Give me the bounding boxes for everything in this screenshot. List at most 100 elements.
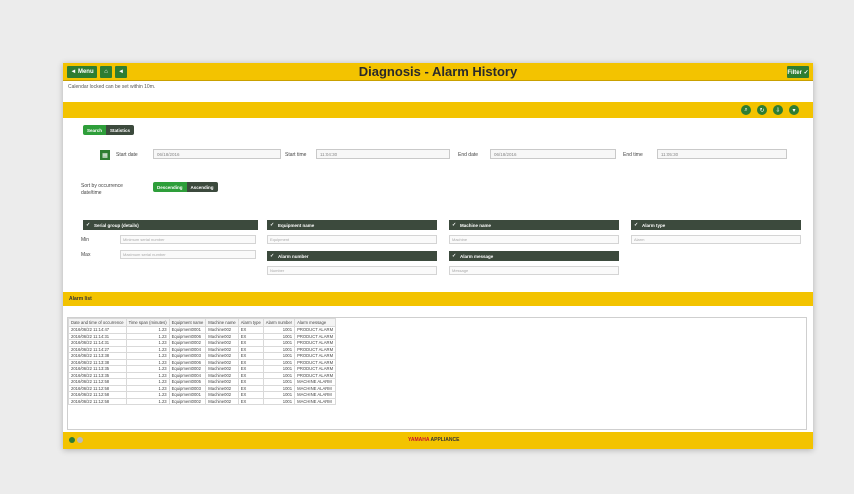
checkmark-icon: ✓: [270, 252, 275, 259]
table-cell: MACHINE ALARM: [294, 384, 337, 392]
brand-suffix: APPLIANCE: [430, 437, 460, 443]
table-cell: PRODUCT ALARM: [294, 371, 337, 379]
table-cell: PRODUCT ALARM: [294, 365, 337, 373]
table-cell: 1001: [262, 397, 296, 405]
calendar-notice: Calendar locked can be set within 10m.: [68, 84, 156, 90]
filter-equipment-header[interactable]: ✓ Equipment name: [267, 220, 437, 230]
column-header[interactable]: Alarm message: [294, 318, 337, 327]
filter-serial-label: Serial group (details): [94, 222, 139, 228]
title-bar: ◄ Menu ⌂ ◄ Diagnosis - Alarm History Fil…: [63, 63, 813, 81]
dropdown-icon[interactable]: ▾: [789, 105, 799, 115]
view-tabs: Search Statistics: [83, 125, 135, 135]
calendar-icon[interactable]: ▦: [100, 150, 110, 160]
alarm-list-table[interactable]: Date and time of occurrence Time span (mi…: [67, 317, 807, 430]
action-toolbar: ⌕ ↻ ⇩ ▾: [63, 102, 813, 118]
brand-name: YAMAHA: [408, 437, 430, 443]
tab-search[interactable]: Search: [83, 125, 107, 135]
serial-max-field[interactable]: Maximum serial number: [120, 250, 256, 259]
filter-machine-label: Machine name: [460, 222, 492, 228]
table-cell: Equipment0002: [168, 365, 207, 373]
column-header[interactable]: Time span (minutes): [125, 318, 170, 327]
end-time-field[interactable]: 11:05:30: [657, 149, 787, 159]
table-cell: PRODUCT ALARM: [294, 358, 337, 366]
table-header-row: Date and time of occurrence Time span (mi…: [68, 318, 337, 327]
table-cell: MACHINE ALARM: [294, 391, 337, 399]
search-icon[interactable]: ⌕: [741, 105, 751, 115]
start-time-field[interactable]: 11:04:30: [316, 149, 450, 159]
column-header[interactable]: Alarm type: [237, 318, 264, 327]
alarm-table: Date and time of occurrence Time span (mi…: [68, 318, 337, 405]
table-cell: 1.23: [125, 397, 170, 405]
alarm-list-header: Alarm list: [63, 292, 813, 306]
table-cell: Equipment0006: [168, 358, 207, 366]
table-cell: Equipment0002: [168, 339, 207, 347]
filter-alarm-message-label: Alarm message: [460, 253, 494, 259]
table-cell: MACHINE ALARM: [294, 378, 337, 386]
filter-serial-header[interactable]: ✓ Serial group (details): [83, 220, 258, 230]
footer-bar: YAMAHA APPLIANCE: [63, 432, 813, 449]
table-cell: Machine002: [205, 397, 239, 405]
sort-ascending-option[interactable]: Ascending: [186, 182, 218, 192]
app-window: ◄ Menu ⌂ ◄ Diagnosis - Alarm History Fil…: [63, 63, 813, 449]
checkmark-icon: ✓: [86, 221, 91, 228]
brand-logo: YAMAHA APPLIANCE: [408, 437, 459, 443]
alarm-number-field[interactable]: Number: [267, 266, 437, 275]
table-cell: Equipment0003: [168, 352, 207, 360]
filter-equipment-label: Equipment name: [278, 222, 315, 228]
alarm-message-field[interactable]: Message: [449, 266, 619, 275]
checkmark-icon: ✓: [452, 221, 457, 228]
filter-alarm-message-header[interactable]: ✓ Alarm message: [449, 251, 619, 261]
filter-machine-header[interactable]: ✓ Machine name: [449, 220, 619, 230]
filter-alarm-number-label: Alarm number: [278, 253, 309, 259]
filter-alarm-type-label: Alarm type: [642, 222, 666, 228]
filter-button[interactable]: Filter ✓: [787, 66, 809, 78]
start-time-label: Start time: [285, 152, 307, 158]
export-icon[interactable]: ⇩: [773, 105, 783, 115]
tab-statistics[interactable]: Statistics: [106, 125, 135, 135]
start-date-field[interactable]: 06/18/2016: [153, 149, 281, 159]
table-cell: Equipment0003: [168, 384, 207, 392]
table-cell: Equipment0001: [168, 326, 207, 334]
table-cell: Equipment0002: [168, 397, 207, 405]
column-header[interactable]: Equipment name: [168, 318, 207, 327]
alarm-type-select[interactable]: Alarm: [631, 235, 801, 244]
table-cell: PRODUCT ALARM: [294, 332, 337, 340]
sort-toggle: Descending Ascending: [153, 182, 218, 192]
column-header[interactable]: Alarm number: [262, 318, 296, 327]
checkmark-icon: ✓: [452, 252, 457, 259]
page-title: Diagnosis - Alarm History: [358, 64, 518, 79]
table-cell: Equipment0004: [168, 345, 207, 353]
table-cell: PRODUCT ALARM: [294, 339, 337, 347]
filter-alarm-number-header[interactable]: ✓ Alarm number: [267, 251, 437, 261]
checkmark-icon: ✓: [634, 221, 639, 228]
table-cell: Equipment0004: [168, 371, 207, 379]
min-label: Min: [81, 237, 90, 243]
column-header[interactable]: Date and time of occurrence: [68, 318, 127, 327]
checkmark-icon: ✓: [270, 221, 275, 228]
machine-field[interactable]: Machine: [449, 235, 619, 244]
max-label: Max: [81, 252, 91, 258]
table-cell: PRODUCT ALARM: [294, 326, 337, 334]
filter-alarm-type-header[interactable]: ✓ Alarm type: [631, 220, 801, 230]
table-cell: Equipment0006: [168, 332, 207, 340]
status-dot-icon: [77, 437, 83, 443]
table-cell: EX: [237, 397, 264, 405]
table-cell: PRODUCT ALARM: [294, 352, 337, 360]
table-cell: MACHINE ALARM: [294, 397, 337, 405]
end-time-label: End time: [623, 152, 643, 158]
start-date-label: Start date: [116, 152, 138, 158]
sort-descending-option[interactable]: Descending: [153, 182, 187, 192]
table-cell: PRODUCT ALARM: [294, 345, 337, 353]
table-cell: Equipment0001: [168, 391, 207, 399]
equipment-field[interactable]: Equipment: [267, 235, 437, 244]
sort-label: Sort by occurrence date/time: [81, 183, 123, 196]
column-header[interactable]: Machine name: [205, 318, 239, 327]
table-row[interactable]: 2016/06/22 11:12:58 1.23 Equipment0002 Mach…: [68, 397, 337, 405]
end-date-label: End date: [458, 152, 479, 158]
table-cell: 2016/06/22 11:12:58: [68, 397, 127, 405]
serial-min-field[interactable]: Minimum serial number: [120, 235, 256, 244]
end-date-field[interactable]: 06/18/2016: [490, 149, 616, 159]
refresh-icon[interactable]: ↻: [757, 105, 767, 115]
table-cell: Equipment0005: [168, 378, 207, 386]
status-dot-icon: [69, 437, 75, 443]
